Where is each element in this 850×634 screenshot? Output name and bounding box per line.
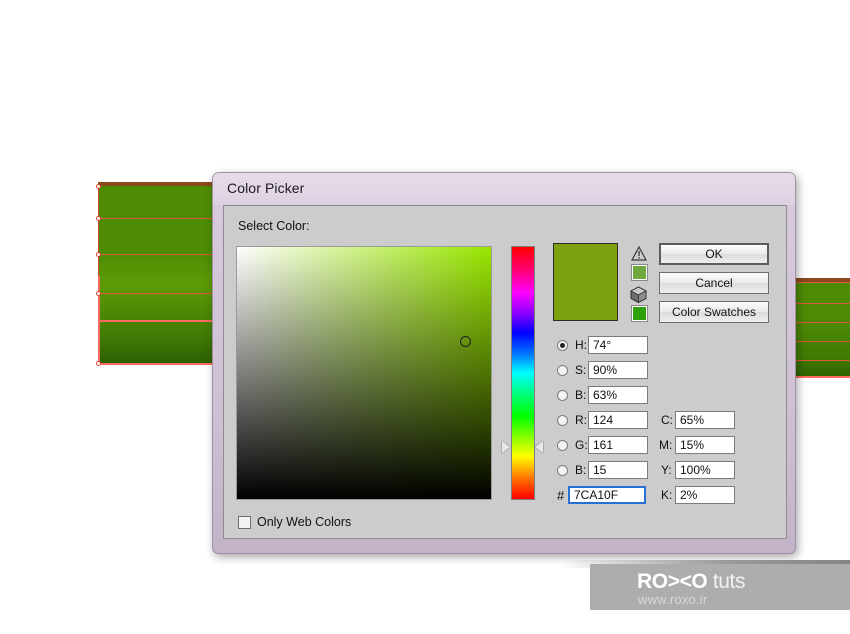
artwork-path-line (98, 293, 220, 294)
radio-blue[interactable] (557, 465, 568, 476)
watermark-brand-light: tuts (712, 570, 746, 593)
only-web-colors-label[interactable]: Only Web Colors (257, 515, 351, 529)
input-brightness[interactable] (588, 386, 648, 404)
input-blue[interactable] (588, 461, 648, 479)
dialog-titlebar[interactable]: Color Picker (213, 173, 795, 205)
out-of-gamut-warning-icon[interactable] (631, 246, 647, 261)
artwork-anchor-point (96, 216, 101, 221)
radio-hue[interactable] (557, 340, 568, 351)
watermark: RO><O tuts www.roxo.ir (590, 564, 850, 610)
radio-green[interactable] (557, 440, 568, 451)
color-swatches-button[interactable]: Color Swatches (659, 301, 769, 323)
hue-slider-arrow-right-icon[interactable] (535, 441, 543, 453)
input-yellow[interactable] (675, 461, 735, 479)
watermark-url: www.roxo.ir (638, 592, 708, 607)
label-yellow: Y: (661, 463, 672, 477)
artwork-path-line (795, 341, 850, 342)
input-hue[interactable] (588, 336, 648, 354)
label-cyan: C: (661, 413, 673, 427)
web-safe-cube-icon[interactable] (630, 286, 647, 303)
artwork-path-line (98, 363, 220, 365)
radio-red[interactable] (557, 415, 568, 426)
dialog-title: Color Picker (227, 180, 305, 196)
radio-brightness[interactable] (557, 390, 568, 401)
label-brightness: B: (575, 388, 587, 402)
only-web-colors-checkbox[interactable] (238, 516, 251, 529)
saturation-brightness-field[interactable] (236, 246, 492, 500)
saturation-brightness-marker[interactable] (460, 336, 471, 347)
watermark-brand-bold: RO><O (637, 570, 708, 593)
artwork-left-shape (98, 186, 220, 364)
screenshot-canvas: Color Picker Select Color: OK Cancel Col… (0, 0, 850, 634)
input-hex[interactable] (568, 486, 646, 504)
artwork-anchor-point (96, 184, 101, 189)
label-hue: H: (575, 338, 587, 352)
artwork-path-line (98, 254, 220, 255)
artwork-path-edge (98, 186, 99, 276)
artwork-path-line (795, 376, 850, 378)
label-hex: # (557, 488, 565, 503)
watermark-brand: RO><O tuts (637, 570, 745, 594)
color-preview-swatch (553, 243, 618, 321)
artwork-anchor-point (96, 252, 101, 257)
ok-button[interactable]: OK (659, 243, 769, 265)
label-saturation: S: (575, 363, 587, 377)
input-black[interactable] (675, 486, 735, 504)
artwork-path-line (795, 282, 850, 283)
label-blue: B: (575, 463, 587, 477)
out-of-gamut-color-chip[interactable] (631, 264, 648, 281)
input-saturation[interactable] (588, 361, 648, 379)
artwork-anchor-point (96, 291, 101, 296)
artwork-path-line (98, 320, 220, 322)
artwork-anchor-point (96, 361, 101, 366)
artwork-path-line (795, 360, 850, 361)
input-red[interactable] (588, 411, 648, 429)
input-green[interactable] (588, 436, 648, 454)
web-safe-color-chip[interactable] (631, 305, 648, 322)
label-red: R: (575, 413, 587, 427)
label-green: G: (575, 438, 588, 452)
cancel-button[interactable]: Cancel (659, 272, 769, 294)
artwork-path-line (795, 303, 850, 304)
label-black: K: (661, 488, 673, 502)
artwork-right-shape (795, 282, 850, 377)
hue-slider-arrow-left-icon[interactable] (502, 441, 510, 453)
artwork-path-edge (98, 276, 100, 364)
hue-slider[interactable] (511, 246, 535, 500)
artwork-path-line (98, 218, 220, 219)
input-cyan[interactable] (675, 411, 735, 429)
label-magenta: M: (659, 438, 673, 452)
input-magenta[interactable] (675, 436, 735, 454)
radio-saturation[interactable] (557, 365, 568, 376)
artwork-path-line (795, 322, 850, 323)
